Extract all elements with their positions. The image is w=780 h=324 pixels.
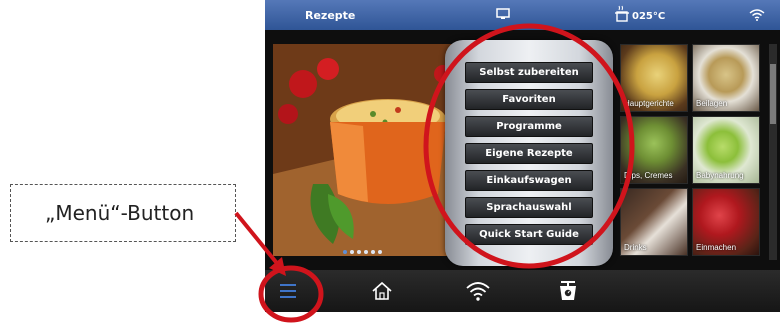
category-label: Dips, Cremes <box>624 171 673 180</box>
device-screen: Rezepte 025°C Selbst zubereiten Favorite… <box>265 0 780 312</box>
scale-icon <box>560 281 576 300</box>
category-label: Hauptgerichte <box>624 99 674 108</box>
category-scrollbar[interactable] <box>769 44 777 260</box>
main-menu-panel: Selbst zubereiten Favoriten Programme Ei… <box>445 40 613 266</box>
home-icon <box>372 281 392 300</box>
temperature-readout: 025°C <box>632 11 666 22</box>
recipe-content: Selbst zubereiten Favoriten Programme Ei… <box>265 30 780 270</box>
menu-item-quick-start-guide[interactable]: Quick Start Guide <box>465 224 593 245</box>
menu-button[interactable] <box>271 276 305 306</box>
annotation-label: „Menü“-Button <box>45 201 195 225</box>
home-button[interactable] <box>365 276 399 306</box>
carousel-dot[interactable] <box>364 250 368 254</box>
category-tile-drinks[interactable]: Drinks <box>620 188 688 256</box>
category-label: Beilagen <box>696 99 728 108</box>
category-tile-einmachen[interactable]: Einmachen <box>692 188 760 256</box>
category-tile-babynahrung[interactable]: Babynahrung <box>692 116 760 184</box>
menu-item-einkaufswagen[interactable]: Einkaufswagen <box>465 170 593 191</box>
menu-item-selbst-zubereiten[interactable]: Selbst zubereiten <box>465 62 593 83</box>
bottom-nav-bar <box>265 270 780 312</box>
screen-title: Rezepte <box>305 9 356 22</box>
menu-icon <box>280 284 296 298</box>
menu-item-sprachauswahl[interactable]: Sprachauswahl <box>465 197 593 218</box>
scrollbar-thumb[interactable] <box>770 64 776 124</box>
pot-icon <box>615 5 629 26</box>
carousel-indicator <box>343 241 385 256</box>
menu-item-eigene-rezepte[interactable]: Eigene Rezepte <box>465 143 593 164</box>
carousel-dot[interactable] <box>357 250 361 254</box>
category-tile-beilagen[interactable]: Beilagen <box>692 44 760 112</box>
display-icon <box>496 8 510 23</box>
carousel-dot[interactable] <box>371 250 375 254</box>
menu-item-favoriten[interactable]: Favoriten <box>465 89 593 110</box>
wifi-icon <box>749 9 765 24</box>
annotation-callout: „Menü“-Button <box>10 184 236 242</box>
scale-button[interactable] <box>551 276 585 306</box>
category-grid: Hauptgerichte Beilagen Dips, Cremes Baby… <box>620 44 764 260</box>
category-tile-hauptgerichte[interactable]: Hauptgerichte <box>620 44 688 112</box>
category-tile-dips-cremes[interactable]: Dips, Cremes <box>620 116 688 184</box>
category-label: Einmachen <box>696 243 737 252</box>
carousel-dot[interactable] <box>350 250 354 254</box>
carousel-dot[interactable] <box>378 250 382 254</box>
carousel-dot[interactable] <box>343 250 347 254</box>
wifi-icon <box>466 282 490 301</box>
wifi-button[interactable] <box>461 276 495 306</box>
category-label: Drinks <box>624 243 647 252</box>
menu-item-programme[interactable]: Programme <box>465 116 593 137</box>
status-bar: Rezepte 025°C <box>265 0 780 30</box>
category-label: Babynahrung <box>696 171 744 180</box>
